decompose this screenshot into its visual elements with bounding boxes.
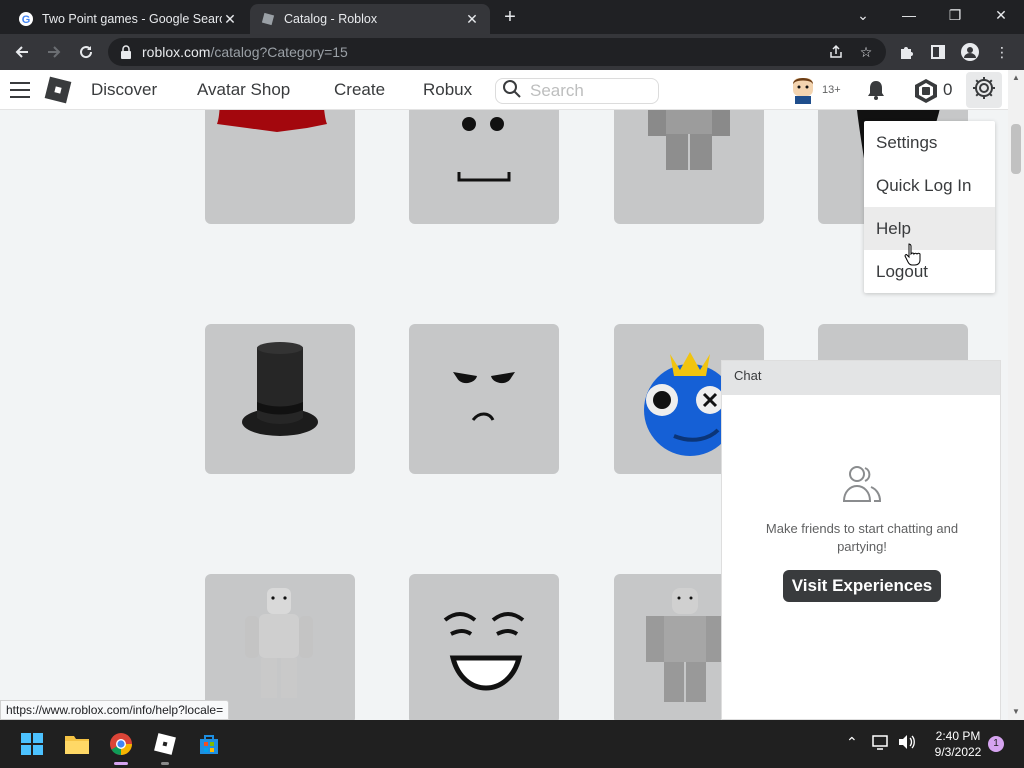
menu-item-quick-log-in[interactable]: Quick Log In bbox=[864, 164, 995, 207]
settings-dropdown-menu: Settings Quick Log In Help Logout bbox=[864, 121, 995, 293]
extensions-puzzle-icon[interactable] bbox=[896, 42, 916, 62]
friends-icon bbox=[840, 466, 884, 509]
scroll-thumb[interactable] bbox=[1011, 124, 1021, 174]
minimize-button[interactable]: — bbox=[886, 0, 932, 30]
close-tab-icon[interactable]: ✕ bbox=[464, 11, 480, 27]
page-scrollbar[interactable]: ▲ ▼ bbox=[1008, 70, 1024, 720]
catalog-item-top-hat[interactable] bbox=[205, 324, 355, 474]
microsoft-store-icon[interactable] bbox=[195, 730, 223, 758]
roblox-page: Discover Avatar Shop Create Robux 13+ 0 … bbox=[0, 70, 1024, 720]
chat-panel: Chat Make friends to start chatting and … bbox=[721, 360, 1001, 720]
side-panel-icon[interactable] bbox=[928, 42, 948, 62]
close-tab-icon[interactable]: ✕ bbox=[222, 11, 238, 27]
notifications-bell-icon[interactable] bbox=[864, 78, 888, 102]
roblox-logo-icon[interactable] bbox=[44, 76, 72, 104]
gear-icon bbox=[971, 75, 997, 106]
windows-start-icon[interactable] bbox=[18, 730, 46, 758]
tab-search-chevron-icon[interactable]: ⌄ bbox=[840, 0, 886, 30]
google-icon: G bbox=[18, 11, 34, 27]
chrome-active-indicator bbox=[114, 762, 128, 765]
network-icon[interactable] bbox=[872, 734, 890, 753]
age-badge: 13+ bbox=[822, 84, 841, 96]
lock-icon bbox=[120, 45, 134, 59]
reload-button[interactable] bbox=[74, 40, 98, 64]
nav-avatar-shop[interactable]: Avatar Shop bbox=[197, 80, 290, 100]
windows-taskbar: ⌃ 2:40 PM 9/3/2022 1 bbox=[0, 720, 1024, 768]
tab-title: Two Point games - Google Search bbox=[42, 12, 222, 26]
clock-date: 9/3/2022 bbox=[934, 745, 982, 759]
menu-item-logout[interactable]: Logout bbox=[864, 250, 995, 293]
clock-time: 2:40 PM bbox=[935, 729, 981, 743]
new-tab-button[interactable]: + bbox=[498, 6, 522, 30]
roblox-favicon-icon bbox=[260, 11, 276, 27]
robux-balance: 0 bbox=[943, 80, 953, 99]
url-text: roblox.com/catalog?Category=15 bbox=[142, 44, 348, 60]
back-button[interactable] bbox=[10, 40, 34, 64]
roblox-app-icon[interactable] bbox=[151, 730, 179, 758]
roblox-running-indicator bbox=[161, 762, 169, 765]
nav-create[interactable]: Create bbox=[334, 80, 385, 100]
chat-header[interactable]: Chat bbox=[722, 361, 1000, 395]
nav-robux[interactable]: Robux bbox=[423, 80, 472, 100]
menu-item-help[interactable]: Help bbox=[864, 207, 995, 250]
catalog-item-face-annoyed[interactable] bbox=[409, 324, 559, 474]
tray-overflow-chevron-icon[interactable]: ⌃ bbox=[846, 734, 858, 751]
robux-icon[interactable] bbox=[913, 78, 939, 104]
settings-gear-button[interactable] bbox=[966, 72, 1002, 108]
volume-icon[interactable] bbox=[898, 734, 916, 753]
chat-empty-message: Make friends to start chatting and party… bbox=[765, 521, 959, 554]
search-input[interactable] bbox=[530, 81, 650, 101]
browser-tab-strip: G Two Point games - Google Search ✕ Cata… bbox=[0, 0, 1024, 34]
tab-catalog-roblox[interactable]: Catalog - Roblox ✕ bbox=[250, 4, 490, 34]
forward-button[interactable] bbox=[42, 40, 66, 64]
menu-item-settings[interactable]: Settings bbox=[864, 121, 995, 164]
notification-count-badge[interactable]: 1 bbox=[988, 736, 1004, 752]
visit-experiences-button[interactable]: Visit Experiences bbox=[782, 570, 942, 602]
link-status-bubble: https://www.roblox.com/info/help?locale= bbox=[0, 700, 230, 720]
browser-menu-icon[interactable]: ⋮ bbox=[992, 42, 1012, 62]
profile-icon[interactable] bbox=[960, 42, 980, 62]
catalog-item-face-grin[interactable] bbox=[409, 574, 559, 720]
scroll-up-arrow-icon[interactable]: ▲ bbox=[1008, 70, 1024, 86]
roblox-header: Discover Avatar Shop Create Robux 13+ 0 bbox=[0, 70, 1008, 110]
catalog-item-muscle-body[interactable] bbox=[205, 574, 355, 720]
tab-google-search[interactable]: G Two Point games - Google Search ✕ bbox=[8, 4, 248, 34]
taskbar-clock[interactable]: 2:40 PM 9/3/2022 bbox=[928, 728, 988, 760]
svg-text:G: G bbox=[22, 14, 31, 26]
menu-hamburger-icon[interactable] bbox=[10, 82, 30, 98]
file-explorer-icon[interactable] bbox=[63, 730, 91, 758]
address-bar[interactable]: roblox.com/catalog?Category=15 bbox=[108, 38, 886, 66]
search-box[interactable] bbox=[495, 78, 659, 104]
nav-discover[interactable]: Discover bbox=[91, 80, 157, 100]
close-window-button[interactable]: ✕ bbox=[978, 0, 1024, 30]
search-icon bbox=[502, 79, 522, 104]
share-icon[interactable] bbox=[826, 42, 846, 62]
browser-toolbar: roblox.com/catalog?Category=15 ☆ ⋮ bbox=[0, 34, 1024, 70]
chrome-icon[interactable] bbox=[107, 730, 135, 758]
chat-empty-state: Make friends to start chatting and party… bbox=[722, 461, 1002, 602]
tab-title: Catalog - Roblox bbox=[284, 12, 378, 26]
hand-cursor-icon bbox=[904, 242, 922, 266]
bookmark-star-icon[interactable]: ☆ bbox=[856, 42, 876, 62]
scroll-down-arrow-icon[interactable]: ▼ bbox=[1008, 704, 1024, 720]
restore-button[interactable]: ❐ bbox=[932, 0, 978, 30]
user-avatar[interactable] bbox=[790, 76, 816, 104]
